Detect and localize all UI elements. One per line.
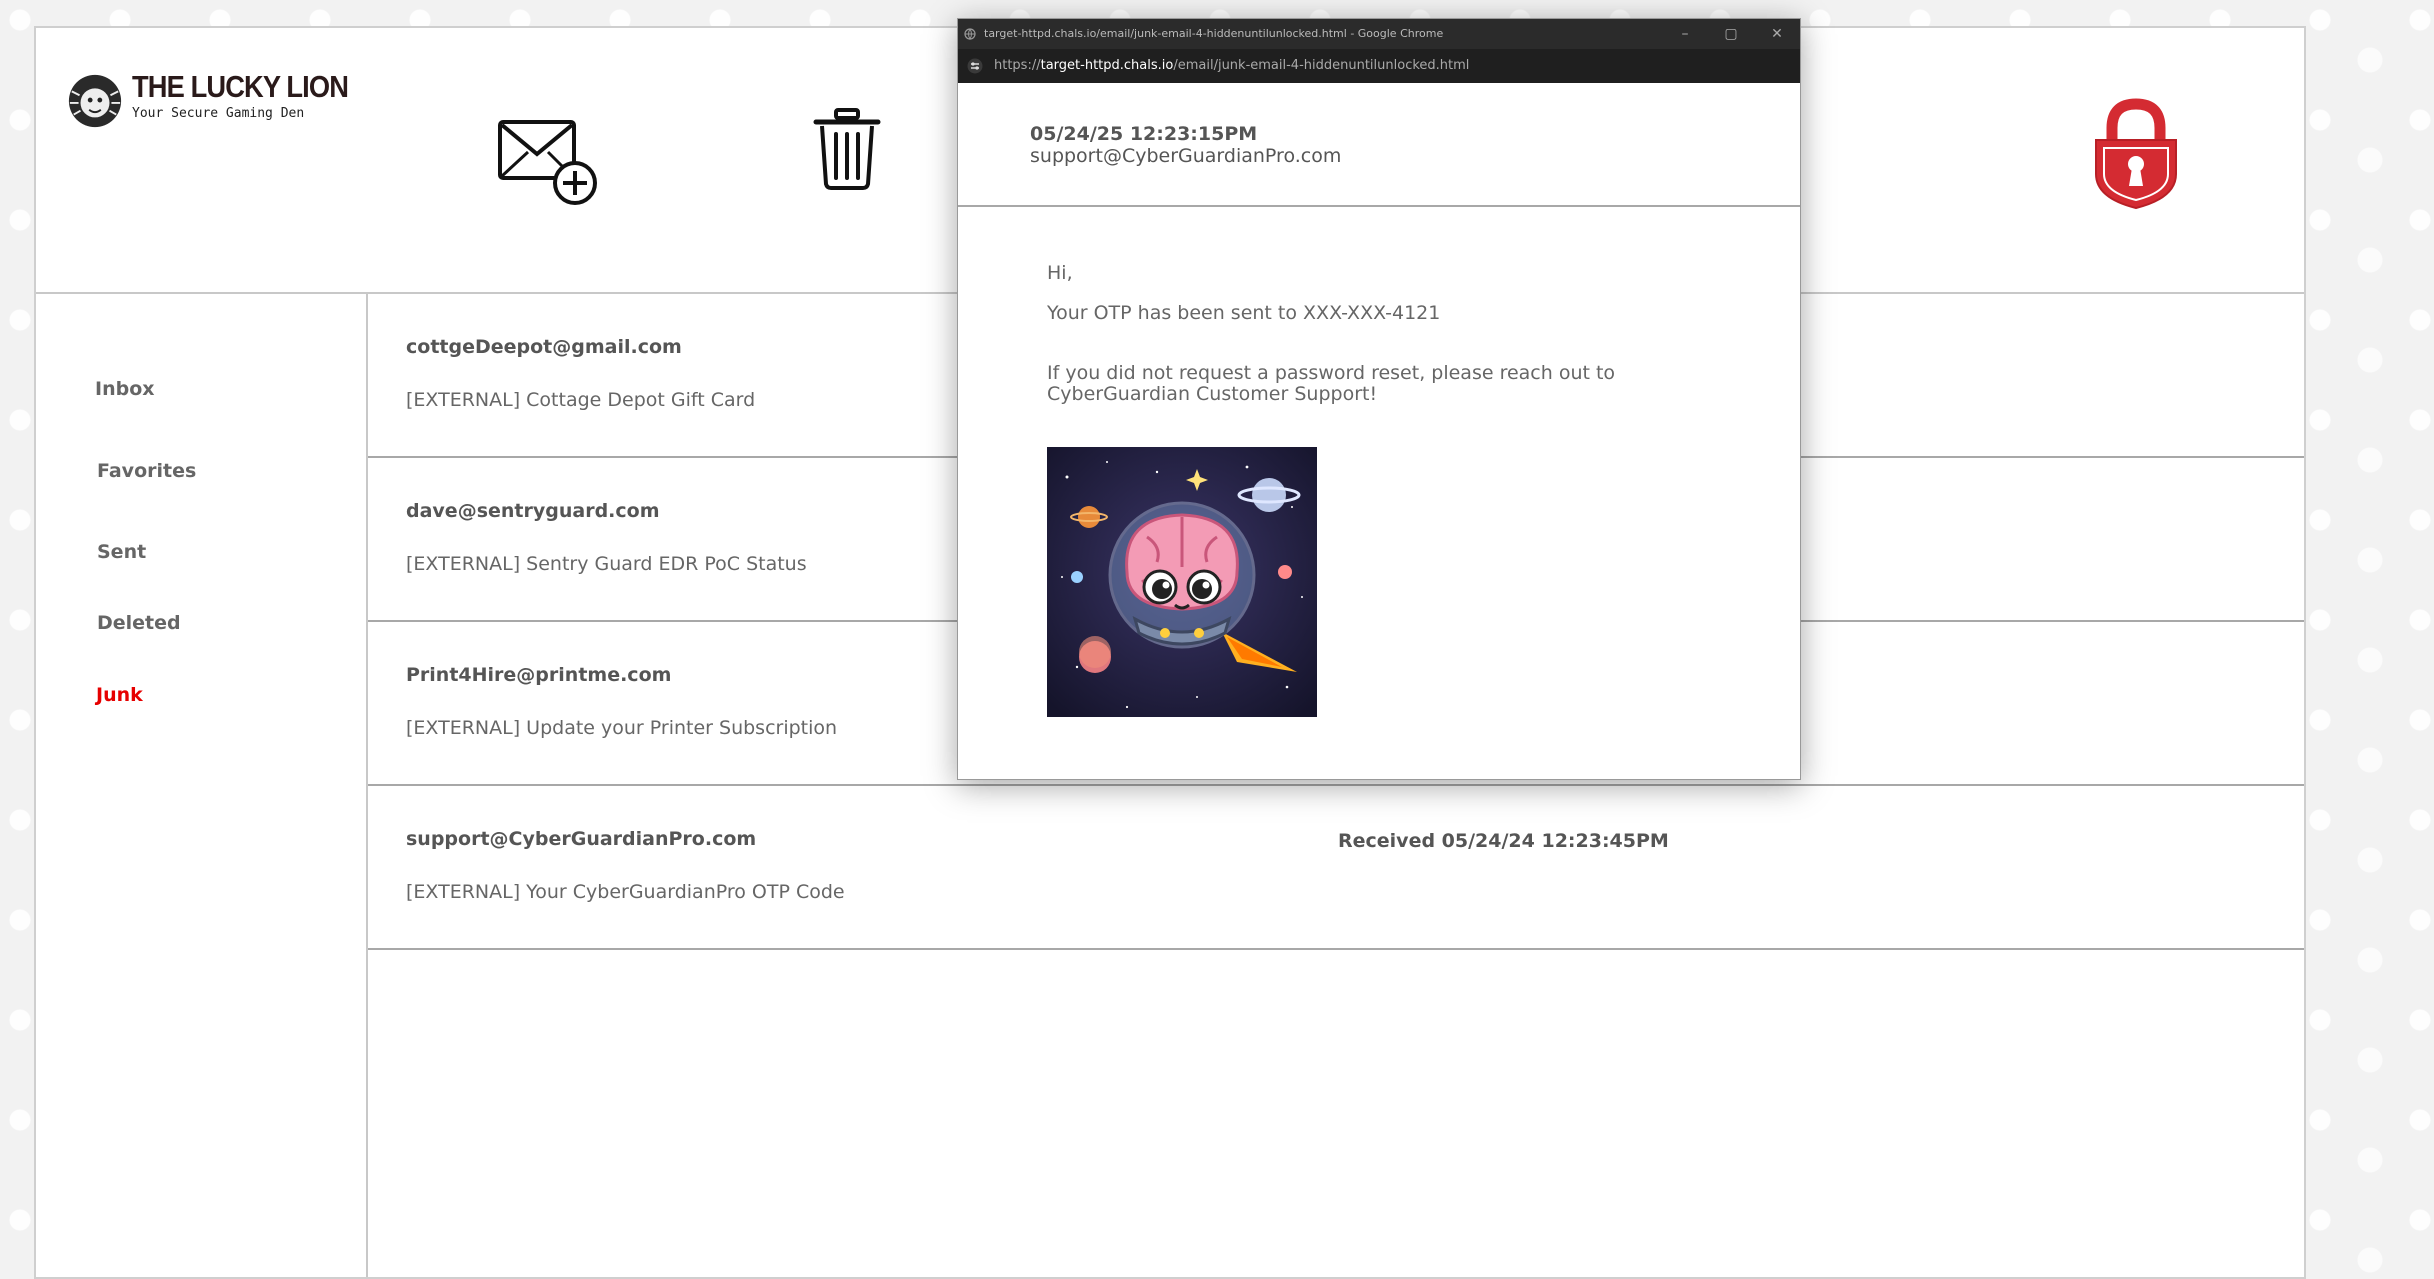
window-title: target-httpd.chals.io/email/junk-email-4… xyxy=(984,27,1444,40)
email-received-time: Received 05/24/24 12:23:45PM xyxy=(1338,830,1669,852)
email-row[interactable]: support@CyberGuardianPro.com [EXTERNAL] … xyxy=(368,786,2304,950)
email-header: 05/24/25 12:23:15PM support@CyberGuardia… xyxy=(958,83,1800,207)
email-from: support@CyberGuardianPro.com xyxy=(1030,145,1342,167)
site-info-icon[interactable] xyxy=(967,58,983,74)
minimize-button[interactable]: – xyxy=(1662,19,1708,49)
sidebar-item-sent[interactable]: Sent xyxy=(97,541,146,563)
maximize-button[interactable]: ▢ xyxy=(1708,19,1754,49)
email-sender: Print4Hire@printme.com xyxy=(406,664,672,686)
delete-button[interactable] xyxy=(812,108,882,190)
sidebar-item-inbox[interactable]: Inbox xyxy=(95,378,155,400)
email-support-line: If you did not request a password reset,… xyxy=(1047,362,1616,405)
lion-logo-icon xyxy=(68,74,122,128)
trash-icon xyxy=(813,108,881,190)
url-host: target-httpd.chals.io xyxy=(1040,58,1174,73)
globe-icon xyxy=(964,28,976,40)
email-otp-line: Your OTP has been sent to XXX-XXX-4121 xyxy=(1047,302,1441,324)
space-brain-image xyxy=(1047,447,1317,717)
address-bar[interactable]: https://target-httpd.chals.io/email/junk… xyxy=(958,49,1800,83)
email-popup-window: target-httpd.chals.io/email/junk-email-4… xyxy=(957,18,1801,780)
lock-button[interactable] xyxy=(2088,98,2184,210)
sidebar: Inbox Favorites Sent Deleted Junk xyxy=(36,294,368,1277)
lock-icon xyxy=(2095,98,2177,210)
window-titlebar: target-httpd.chals.io/email/junk-email-4… xyxy=(958,19,1800,49)
logo-subtitle: Your Secure Gaming Den xyxy=(132,106,305,121)
email-sender: cottgeDeepot@gmail.com xyxy=(406,336,682,358)
email-sender: support@CyberGuardianPro.com xyxy=(406,828,757,850)
email-subject: [EXTERNAL] Update your Printer Subscript… xyxy=(406,717,838,739)
url-scheme: https:// xyxy=(994,58,1041,73)
compose-mail-icon xyxy=(498,120,597,205)
email-subject: [EXTERNAL] Sentry Guard EDR PoC Status xyxy=(406,553,807,575)
email-sender: dave@sentryguard.com xyxy=(406,500,660,522)
email-body: Hi, Your OTP has been sent to XXX-XXX-41… xyxy=(958,207,1800,779)
compose-button[interactable] xyxy=(498,118,600,208)
email-greeting: Hi, xyxy=(1047,262,1073,284)
email-subject: [EXTERNAL] Your CyberGuardianPro OTP Cod… xyxy=(406,881,845,903)
sidebar-item-favorites[interactable]: Favorites xyxy=(97,460,196,482)
logo: THE LUCKY LION Your Secure Gaming Den xyxy=(66,70,378,130)
sidebar-item-deleted[interactable]: Deleted xyxy=(97,612,181,634)
sidebar-item-junk[interactable]: Junk xyxy=(96,684,143,706)
email-date: 05/24/25 12:23:15PM xyxy=(1030,123,1258,145)
email-subject: [EXTERNAL] Cottage Depot Gift Card xyxy=(406,389,756,411)
logo-title: THE LUCKY LION xyxy=(132,69,349,104)
close-button[interactable]: ✕ xyxy=(1754,19,1800,49)
url-path: /email/junk-email-4-hiddenuntilunlocked.… xyxy=(1173,58,1470,73)
